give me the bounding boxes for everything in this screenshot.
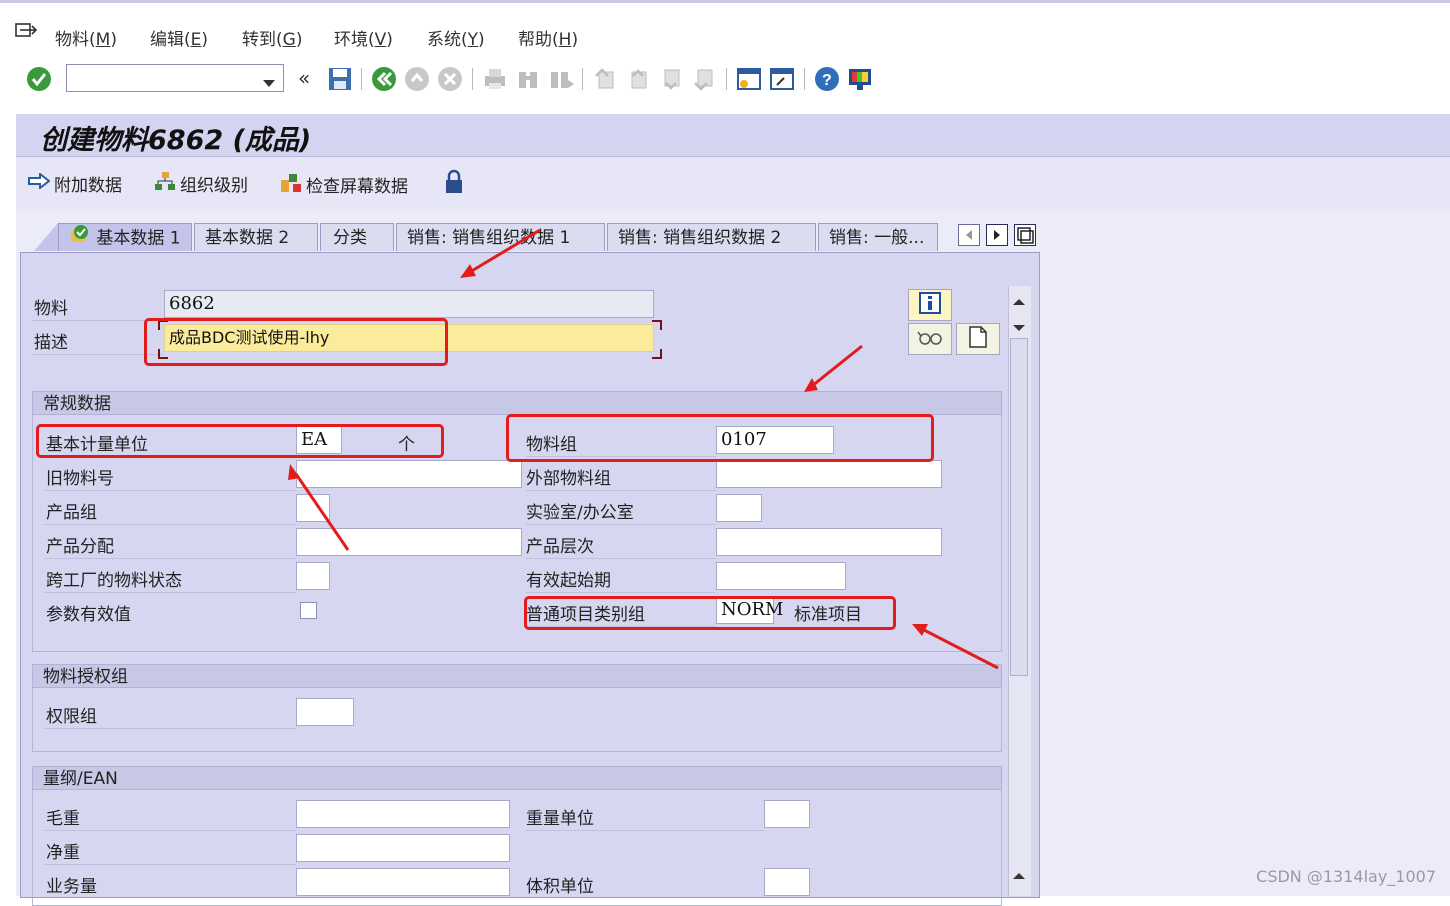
annotation-arrows	[288, 228, 999, 670]
annotation-arrow-head	[804, 378, 818, 392]
annotation-arrow-head	[288, 464, 300, 480]
watermark: CSDN @1314lay_1007	[1256, 867, 1436, 886]
